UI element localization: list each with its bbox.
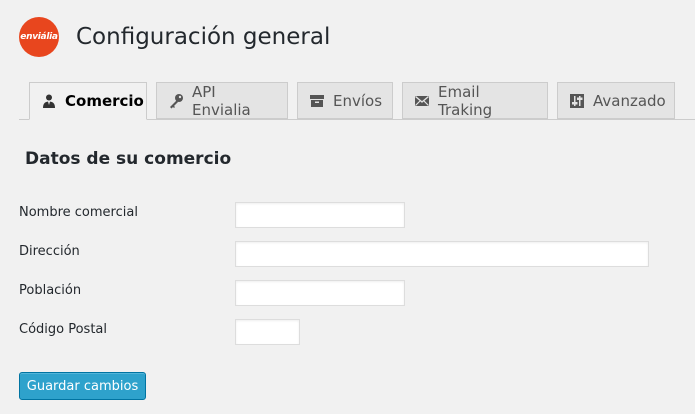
tab-envios[interactable]: Envíos — [297, 82, 393, 119]
nombre-comercial-input[interactable] — [235, 202, 405, 228]
poblacion-input[interactable] — [235, 280, 405, 306]
user-icon — [41, 93, 57, 109]
codigo-postal-input[interactable] — [235, 319, 300, 345]
sliders-icon — [569, 93, 585, 109]
direccion-input[interactable] — [235, 241, 649, 267]
tab-api-envialia[interactable]: API Envialia — [156, 82, 288, 119]
tab-label: Avanzado — [593, 91, 666, 110]
tab-label: Comercio — [65, 92, 144, 110]
section-title: Datos de su comercio — [25, 149, 232, 169]
archive-box-icon — [309, 93, 325, 109]
tab-avanzado[interactable]: Avanzado — [557, 82, 675, 119]
save-button[interactable]: Guardar cambios — [19, 372, 146, 400]
poblacion-label: Población — [19, 283, 82, 298]
page-title: Configuración general — [76, 24, 331, 50]
key-icon — [168, 93, 184, 109]
tab-label: API Envialia — [192, 82, 251, 119]
codigo-postal-label: Código Postal — [19, 322, 108, 337]
tab-comercio[interactable]: Comercio — [29, 82, 147, 120]
direccion-label: Dirección — [19, 244, 80, 259]
envialia-logo: enviália — [19, 17, 59, 57]
tab-label: Envíos — [333, 91, 383, 110]
page-header: enviália Configuración general — [19, 17, 330, 57]
nombre-comercial-label: Nombre comercial — [19, 205, 138, 220]
envelope-icon — [414, 93, 430, 109]
logo-text: enviália — [20, 32, 58, 42]
tab-email-traking[interactable]: Email Traking — [402, 82, 548, 119]
tab-label: Email Traking — [438, 82, 493, 119]
